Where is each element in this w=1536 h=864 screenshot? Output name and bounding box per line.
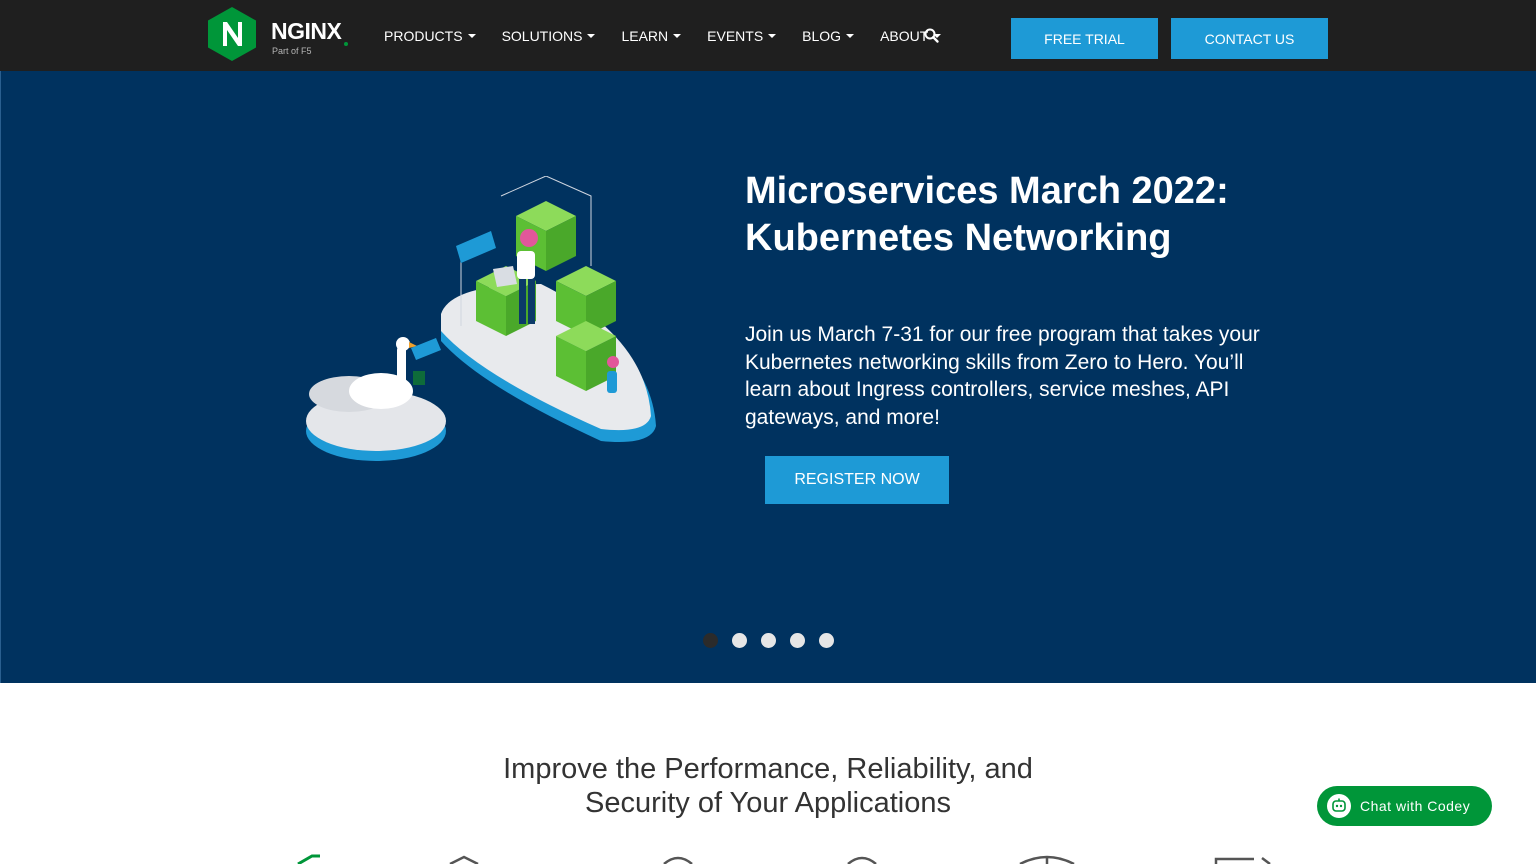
feature-icon-4 (847, 856, 877, 864)
caret-down-icon (768, 33, 777, 38)
nav-blog[interactable]: BLOG (802, 27, 855, 44)
nginx-hex-icon (208, 7, 256, 61)
carousel-dot-3[interactable] (761, 633, 776, 648)
chat-bot-icon (1327, 794, 1351, 818)
nav-products[interactable]: PRODUCTS (384, 28, 476, 44)
section-title-line1: Improve the Performance, Reliability, an… (503, 753, 1033, 785)
search-icon (924, 28, 939, 43)
nginx-logo[interactable]: NGINX Part of F5 (207, 6, 352, 62)
carousel-dot-4[interactable] (790, 633, 805, 648)
nav-label: LEARN (621, 27, 669, 44)
caret-down-icon (846, 33, 855, 38)
chat-with-codey-button[interactable]: Chat with Codey (1317, 786, 1492, 826)
caret-down-icon (587, 33, 596, 38)
hero-title: Microservices March 2022: Kubernetes Net… (745, 170, 1229, 259)
logo-text: NGINX (271, 18, 342, 44)
logo-dot (344, 42, 348, 46)
section-title: Improve the Performance, Reliability, an… (468, 752, 1068, 820)
feature-icon-6 (1214, 857, 1271, 864)
feature-icon-3 (663, 856, 693, 864)
carousel-dot-1[interactable] (703, 633, 718, 648)
nav-learn[interactable]: LEARN (621, 27, 682, 44)
section-title-line2: Security of Your Applications (585, 787, 951, 819)
carousel-dot-2[interactable] (732, 633, 747, 648)
feature-icon-1 (297, 854, 320, 864)
feature-icon-5 (1019, 855, 1075, 864)
hero-description: Join us March 7-31 for our free program … (745, 323, 1260, 429)
hero-carousel: Microservices March 2022: Kubernetes Net… (0, 71, 1536, 683)
feature-icon-2 (449, 855, 479, 864)
free-trial-button[interactable]: FREE TRIAL (1011, 18, 1158, 59)
nav-label: SOLUTIONS (501, 27, 583, 44)
nav-label: EVENTS (707, 27, 764, 44)
carousel-indicators (703, 633, 848, 648)
caret-down-icon (673, 33, 682, 38)
chat-label: Chat with Codey (1360, 798, 1471, 814)
carousel-dot-5[interactable] (819, 633, 834, 648)
main-nav: PRODUCTS SOLUTIONS LEARN EVENTS BLOG ABO… (384, 0, 967, 71)
contact-us-button[interactable]: CONTACT US (1171, 18, 1328, 59)
caret-down-icon (467, 33, 476, 38)
nav-label: BLOG (802, 27, 842, 44)
search-button[interactable] (922, 26, 942, 46)
logo-subtext: Part of F5 (272, 46, 312, 56)
nav-solutions[interactable]: SOLUTIONS (502, 28, 596, 44)
feature-icons-row (297, 854, 1271, 864)
hero-illustration (306, 176, 656, 461)
register-now-button[interactable]: REGISTER NOW (765, 456, 949, 504)
top-navigation-bar: NGINX Part of F5 PRODUCTS SOLUTIONS LEAR… (0, 0, 1536, 71)
nav-label: PRODUCTS (384, 27, 463, 44)
nav-events[interactable]: EVENTS (707, 27, 777, 44)
